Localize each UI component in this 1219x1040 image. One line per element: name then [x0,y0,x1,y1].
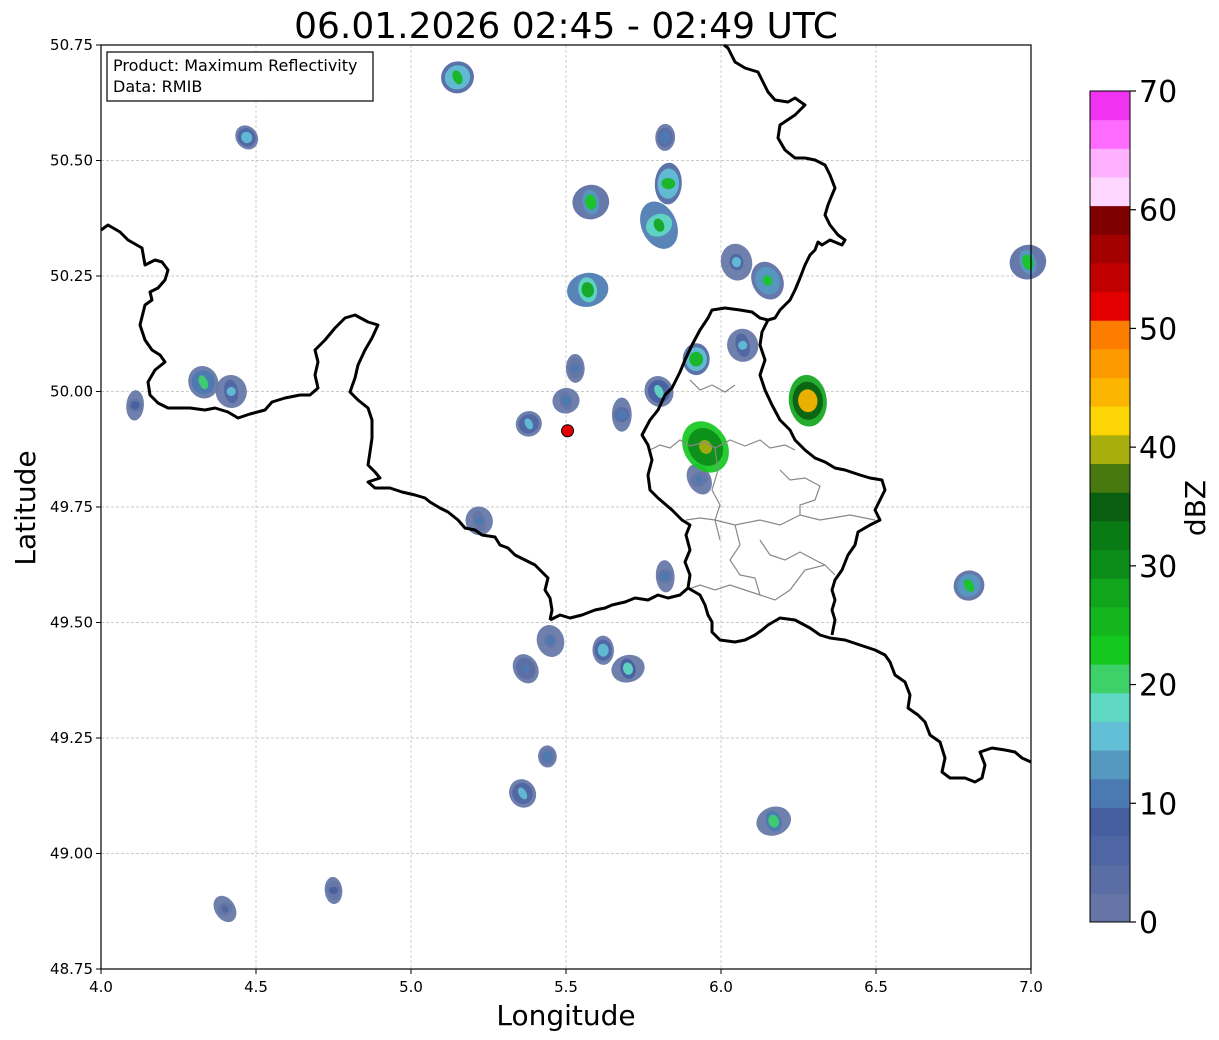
y-tick-label: 50.75 [50,36,93,54]
colorbar-bin [1090,119,1130,149]
y-tick-label: 48.75 [50,960,93,978]
colorbar-bin [1090,234,1130,264]
radar-figure: 06.01.2026 02:45 - 02:49 UTC 4.0 4.5 5.0 5.… [9,6,1212,1032]
colorbar-bin [1090,291,1130,321]
colorbar-bin [1090,750,1130,780]
colorbar-tick-label: 0 [1139,906,1158,941]
colorbar-bin [1090,692,1130,722]
colorbar-tick-label: 40 [1139,431,1177,466]
x-tick-label: 4.0 [89,978,113,996]
colorbar-bin [1090,778,1130,808]
colorbar-tick-label: 20 [1139,669,1177,704]
colorbar-bin [1090,91,1130,121]
x-tick-label: 7.0 [1019,978,1043,996]
info-box: Product: Maximum Reflectivity Data: RMIB [106,51,374,102]
echo-cell [611,397,632,432]
colorbar-tick-label: 70 [1139,75,1177,110]
radar-site-dot [561,424,575,438]
colorbar-bin [1090,893,1130,923]
colorbar-tick-label: 10 [1139,787,1177,822]
x-tick-label: 6.5 [864,978,888,996]
colorbar-bin [1090,377,1130,407]
x-tick-label: 4.5 [244,978,268,996]
y-tick-label: 50.50 [50,152,93,170]
y-axis-ticks: 48.75 49.00 49.25 49.50 49.75 50.00 50.25 50.50… [50,36,101,978]
colorbar-bin [1090,176,1130,207]
colorbar-bin [1090,578,1130,608]
colorbar-bin [1090,864,1130,894]
info-product-text: Product: Maximum Reflectivity [113,56,357,75]
colorbar-bin [1090,807,1130,837]
colorbar-bin [1090,721,1130,751]
colorbar-bin [1090,836,1130,866]
colorbar-tick-label: 30 [1139,550,1177,585]
y-tick-label: 49.75 [50,498,93,516]
colorbar-bin [1090,262,1130,293]
colorbar-bin [1090,406,1130,436]
colorbar-tick-label: 60 [1139,194,1177,229]
colorbar-bin [1090,205,1130,235]
colorbar-bin [1090,348,1130,379]
figure-title: 06.01.2026 02:45 - 02:49 UTC [294,6,838,47]
colorbar-bin [1090,520,1130,550]
colorbar-bin [1090,463,1130,493]
colorbar-bin [1090,606,1130,636]
radar-site-marker [561,424,575,438]
x-tick-label: 5.5 [554,978,578,996]
colorbar-bin [1090,148,1130,178]
colorbar-bin [1090,434,1130,465]
x-axis-label: Longitude [496,999,635,1032]
colorbar-bin [1090,635,1130,665]
y-tick-label: 50.25 [50,267,93,285]
info-data-source-text: Data: RMIB [113,77,202,96]
colorbar-bin [1090,492,1130,522]
colorbar-bin [1090,320,1130,350]
y-tick-label: 49.25 [50,729,93,747]
y-tick-label: 49.00 [50,845,93,863]
y-axis-label: Latitude [9,450,42,565]
echo-cell-core [616,409,627,420]
x-tick-label: 5.0 [399,978,423,996]
map-plot-area: 4.0 4.5 5.0 5.5 6.0 6.5 7.0 48.75 49.00 49.25 49.… [50,36,1047,996]
colorbar-bin [1090,664,1130,694]
colorbar-tick-label: 50 [1139,312,1177,347]
colorbar-bin [1090,549,1130,579]
x-tick-label: 6.0 [709,978,733,996]
colorbar-label: dBZ [1179,480,1212,536]
y-tick-label: 50.00 [50,383,93,401]
x-axis-ticks: 4.0 4.5 5.0 5.5 6.0 6.5 7.0 [89,969,1043,996]
colorbar: 0 10 20 30 40 50 60 70 [1089,75,1177,941]
y-tick-label: 49.50 [50,614,93,632]
